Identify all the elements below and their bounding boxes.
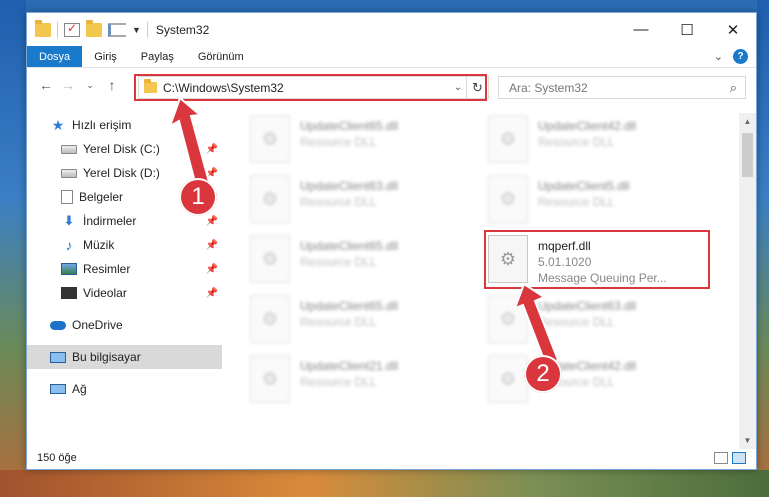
arrow-2 xyxy=(513,282,560,367)
step-badge-1: 1 xyxy=(179,178,217,216)
step-badge-2: 2 xyxy=(524,355,562,393)
arrow-1 xyxy=(168,96,211,188)
annotation-arrows xyxy=(168,96,560,367)
